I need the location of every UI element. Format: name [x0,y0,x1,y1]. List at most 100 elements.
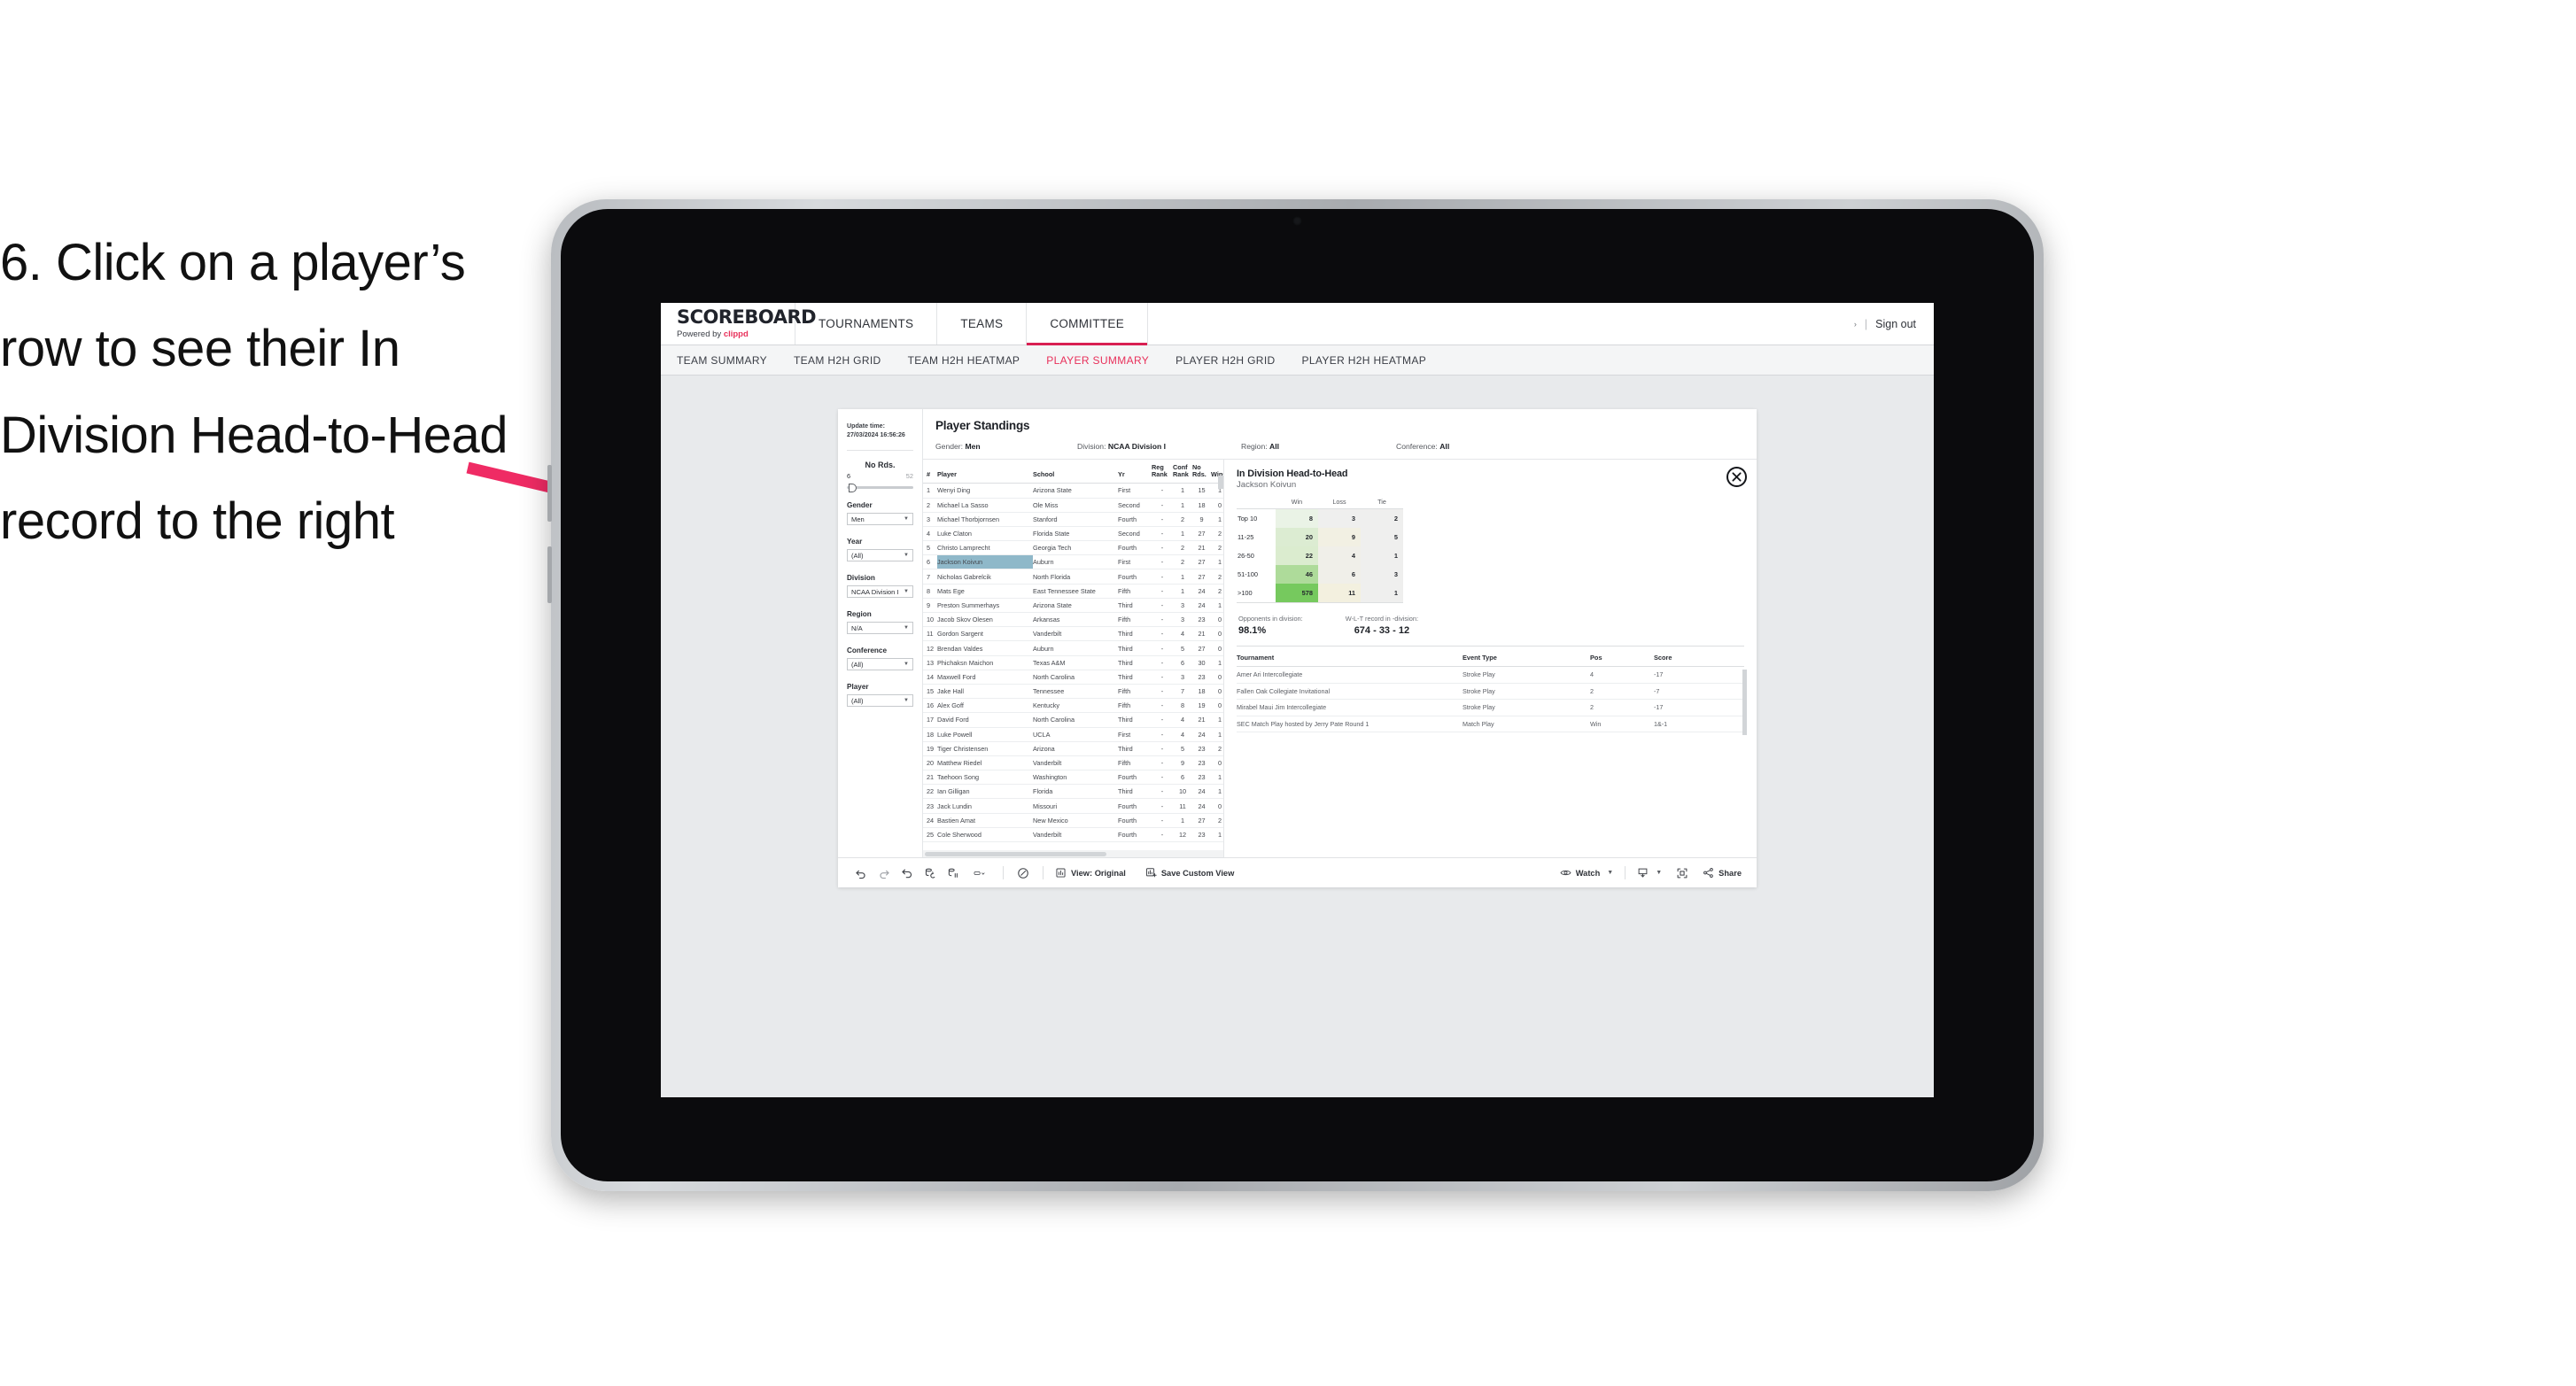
table-row[interactable]: 11 Gordon Sargent Vanderbilt Third -4 21 0 [923,626,1223,642]
heatmap-cell[interactable]: 46 [1276,565,1318,584]
heatmap-row-label: 11-25 [1238,533,1254,541]
heatmap-cell[interactable]: 1 [1361,584,1403,602]
col-no-rds[interactable]: No Rds. [1192,460,1211,484]
col-year[interactable]: Yr [1118,460,1152,484]
scrollbar-thumb[interactable] [1218,476,1223,489]
heatmap-cell[interactable]: 4 [1318,546,1361,565]
table-row[interactable]: Mirabel Maui Jim Intercollegiate Stroke P… [1237,699,1744,716]
col-pos[interactable]: Pos [1590,650,1654,667]
tab-player-h2h-grid[interactable]: PLAYER H2H GRID [1175,354,1275,367]
revert-icon[interactable] [896,863,919,883]
filter-conference-select[interactable]: (All) ▼ [847,658,913,671]
heatmap-cell[interactable]: 6 [1318,565,1361,584]
table-row[interactable]: 6 Jackson Koivun Auburn First -2 27 1 [923,554,1223,570]
table-row[interactable]: 25 Cole Sherwood Vanderbilt Fourth -12 23 1 [923,827,1223,843]
heatmap-cell[interactable]: 9 [1318,528,1361,546]
table-row[interactable]: 15 Jake Hall Tennessee Fifth -7 18 0 [923,684,1223,700]
col-score[interactable]: Score [1654,650,1744,667]
col-reg-rank[interactable]: Reg Rank [1152,460,1173,484]
table-row[interactable]: 7 Nicholas Gabrelcik North Florida Fourth -1… [923,569,1223,585]
redo-icon[interactable] [873,863,896,883]
table-row[interactable]: 8 Mats Ege East Tennessee State Fifth -1 24 2 [923,584,1223,599]
table-row[interactable]: 20 Matthew Riedel Vanderbilt Fifth -9 23 0 [923,755,1223,771]
data-source-icon[interactable] [965,863,995,883]
table-row[interactable]: 5 Christo Lamprecht Georgia Tech Fourth -2 21… [923,540,1223,556]
table-row[interactable]: 22 Ian Gilligan Florida Third -10 24 1 [923,784,1223,800]
filter-player-select[interactable]: (All) ▼ [847,694,913,708]
table-row[interactable]: 24 Bastien Amat New Mexico Fourth -1 27 2 [923,813,1223,828]
share-button[interactable]: Share [1699,867,1745,879]
slider-handle[interactable] [849,483,857,492]
history-icon[interactable] [1012,863,1035,883]
table-row[interactable]: 14 Maxwell Ford North Carolina Third -3 23 0 [923,670,1223,685]
download-button[interactable]: ▼ [1633,867,1665,879]
tournaments-scrollbar[interactable] [1742,670,1747,735]
refresh-data-icon[interactable] [919,863,942,883]
undo-icon[interactable] [850,863,873,883]
standings-vertical-scrollbar[interactable] [1218,476,1223,850]
table-row[interactable]: 17 David Ford North Carolina Third -4 21 1 [923,712,1223,728]
col-rank[interactable]: # [923,460,937,484]
table-row[interactable]: 13 Phichaksn Maichon Texas A&M Third -6 30 1 [923,655,1223,670]
table-row[interactable]: SEC Match Play hosted by Jerry Pate Roun… [1237,716,1744,732]
table-row[interactable]: 10 Jacob Skov Olesen Arkansas Fifth -3 23 0 [923,612,1223,628]
heatmap-cell[interactable]: 5 [1361,528,1403,546]
heatmap-cell[interactable]: 2 [1361,509,1403,528]
filter-region-select[interactable]: N/A ▼ [847,622,913,635]
table-row[interactable]: 2 Michael La Sasso Ole Miss Second -1 18 0 [923,498,1223,513]
view-original-button[interactable]: View: Original [1051,867,1129,879]
standings-horizontal-scrollbar[interactable] [923,850,1223,857]
fullscreen-icon[interactable] [1671,863,1694,883]
col-event-type[interactable]: Event Type [1463,650,1590,667]
col-conf-rank[interactable]: Conf Rank [1173,460,1192,484]
nav-item-teams[interactable]: TEAMS [937,303,1028,345]
heatmap-cell[interactable]: 578 [1276,584,1318,602]
table-row[interactable]: 18 Luke Powell UCLA First -4 24 1 [923,727,1223,742]
reg-rank-cell: - [1152,598,1173,614]
watch-button[interactable]: Watch ▼ [1556,867,1617,879]
table-row[interactable]: 1 Wenyi Ding Arizona State First -1 15 1 [923,483,1223,499]
pause-updates-icon[interactable] [942,863,965,883]
school-cell: Arizona [1033,741,1118,756]
heatmap-cell[interactable]: 1 [1361,546,1403,565]
heatmap-cell[interactable]: 8 [1276,509,1318,528]
table-row[interactable]: Amer Ari Intercollegiate Stroke Play 4 -17 [1237,666,1744,684]
table-row[interactable]: 16 Alex Goff Kentucky Fifth -8 19 0 [923,698,1223,714]
tab-player-h2h-heatmap[interactable]: PLAYER H2H HEATMAP [1302,354,1427,367]
table-row[interactable]: Fallen Oak Collegiate Invitational Stroke… [1237,683,1744,700]
nav-item-committee[interactable]: COMMITTEE [1027,303,1149,345]
chevron-down-icon: ▼ [904,516,909,523]
table-row[interactable]: 23 Jack Lundin Missouri Fourth -11 24 0 [923,798,1223,814]
col-tournament[interactable]: Tournament [1237,650,1463,667]
close-circle-icon[interactable] [1726,467,1747,487]
filter-gender-select[interactable]: Men ▼ [847,513,913,526]
filter-division-select[interactable]: NCAA Division I ▼ [847,585,913,599]
chevron-right-icon[interactable]: › [1854,320,1857,329]
col-school[interactable]: School [1033,460,1118,484]
heatmap-cell[interactable]: 20 [1276,528,1318,546]
nav-item-tournaments[interactable]: TOURNAMENTS [795,303,938,345]
sign-out-link[interactable]: Sign out [1875,318,1916,330]
filter-player: Player (All) ▼ [847,683,913,708]
heatmap-cell[interactable]: 3 [1318,509,1361,528]
tournaments-table: Tournament Event Type Pos Score Amer Ari… [1237,650,1744,732]
tab-player-summary[interactable]: PLAYER SUMMARY [1046,354,1149,367]
table-row[interactable]: 12 Brendan Valdes Auburn Third -5 27 0 [923,640,1223,656]
brand-logo[interactable]: SCOREBOARD Powered by clippd [661,303,817,345]
tab-team-summary[interactable]: TEAM SUMMARY [677,354,767,367]
save-custom-view-button[interactable]: Save Custom View [1142,867,1238,879]
heatmap-cell[interactable]: 11 [1318,584,1361,602]
table-row[interactable]: 3 Michael Thorbjornsen Stanford Fourth -2 9 1 [923,512,1223,527]
table-row[interactable]: 19 Tiger Christensen Arizona Third -5 23 2 [923,741,1223,756]
heatmap-cell[interactable]: 22 [1276,546,1318,565]
filter-year-select[interactable]: (All) ▼ [847,549,913,562]
table-row[interactable]: 21 Taehoon Song Washington Fourth -6 23 1 [923,770,1223,786]
heatmap-cell[interactable]: 3 [1361,565,1403,584]
tab-team-h2h-heatmap[interactable]: TEAM H2H HEATMAP [908,354,1020,367]
tab-team-h2h-grid[interactable]: TEAM H2H GRID [794,354,881,367]
table-row[interactable]: 9 Preston Summerhays Arizona State Third -3 2… [923,598,1223,614]
col-player[interactable]: Player [937,460,1033,484]
scrollbar-thumb[interactable] [925,851,1106,856]
slider-track[interactable] [847,483,913,492]
table-row[interactable]: 4 Luke Claton Florida State Second -1 27 2 [923,526,1223,542]
